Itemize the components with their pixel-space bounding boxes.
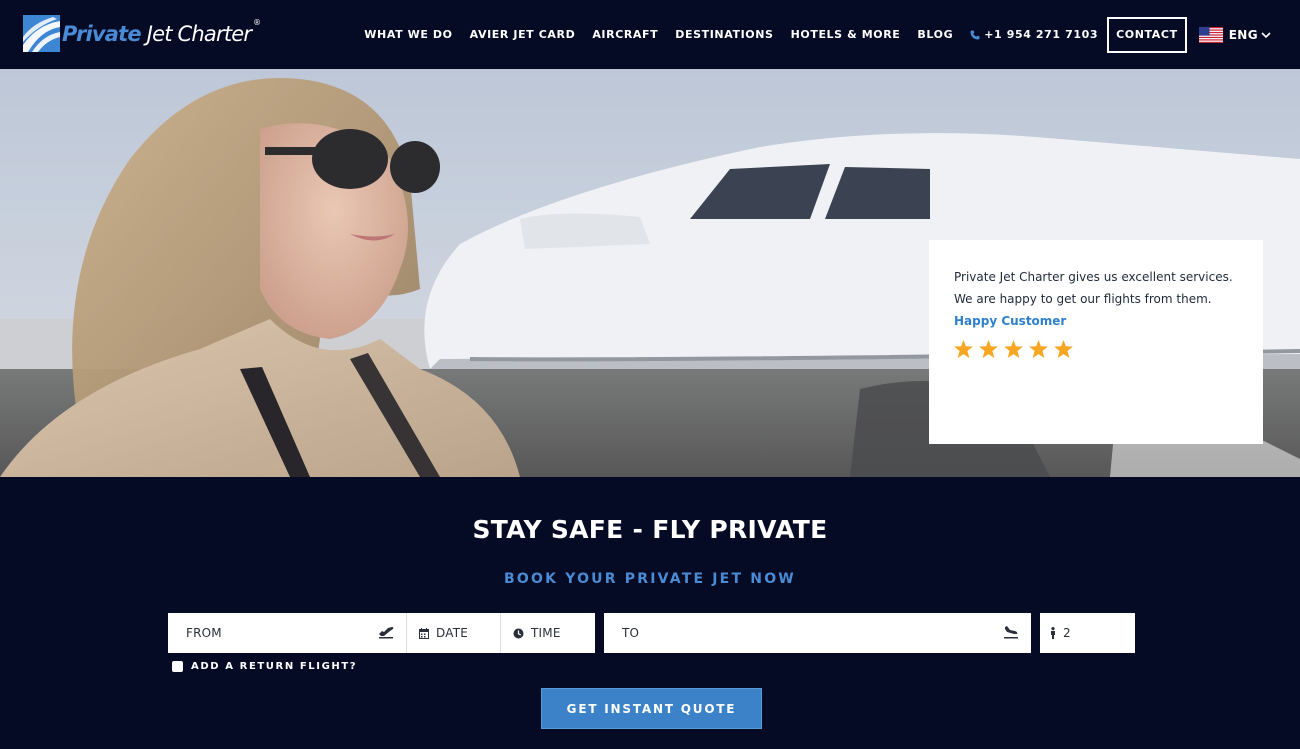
get-instant-quote-button[interactable]: GET INSTANT QUOTE — [541, 688, 762, 729]
nav-item-what-we-do[interactable]: WHAT WE DO — [364, 28, 452, 41]
calendar-icon — [419, 627, 429, 639]
return-flight-label: ADD A RETURN FLIGHT? — [191, 661, 358, 672]
logo-registered-mark: ® — [253, 18, 261, 27]
logo-text-private: Private — [62, 22, 142, 46]
nav-item-hotels-more[interactable]: HOTELS & MORE — [791, 28, 901, 41]
nav-item-blog[interactable]: BLOG — [917, 28, 953, 41]
booking-subtitle: BOOK YOUR PRIVATE JET NOW — [504, 571, 796, 587]
testimonial-author: Happy Customer — [954, 314, 1067, 328]
time-placeholder: TIME — [531, 626, 561, 640]
nav-item-avier-jet-card[interactable]: AVIER JET CARD — [470, 28, 576, 41]
site-logo[interactable]: Private Jet Charter ® — [23, 14, 261, 52]
star-icon — [1029, 340, 1048, 362]
to-placeholder: TO — [622, 626, 640, 640]
date-field[interactable]: DATE — [407, 613, 501, 653]
date-placeholder: DATE — [436, 626, 469, 640]
hero-banner: Private Jet Charter gives us excellent s… — [0, 69, 1300, 477]
rating-stars — [954, 340, 1238, 362]
logo-text-jet-charter: Jet Charter — [140, 22, 252, 46]
person-icon — [1050, 627, 1056, 639]
nav-item-destinations[interactable]: DESTINATIONS — [675, 28, 773, 41]
star-icon — [1004, 340, 1023, 362]
passengers-field[interactable]: 2 — [1040, 613, 1135, 653]
return-flight-checkbox[interactable] — [172, 661, 183, 672]
star-icon — [954, 340, 973, 362]
us-flag-icon — [1198, 26, 1223, 43]
site-header: Private Jet Charter ® WHAT WE DO AVIER J… — [0, 0, 1300, 69]
star-icon — [979, 340, 998, 362]
phone-icon — [970, 30, 984, 40]
landing-icon — [1003, 625, 1019, 642]
booking-title: STAY SAFE - FLY PRIVATE — [472, 515, 828, 544]
main-nav: WHAT WE DO AVIER JET CARD AIRCRAFT DESTI… — [347, 0, 1300, 69]
to-field[interactable]: TO — [604, 613, 1031, 653]
takeoff-icon — [378, 625, 394, 642]
from-placeholder: FROM — [186, 626, 222, 640]
testimonial-line-2: We are happy to get our flights from the… — [954, 292, 1212, 306]
language-label: ENG — [1228, 27, 1258, 42]
nav-phone-number: +1 954 271 7103 — [984, 28, 1099, 41]
logo-wordmark: Private Jet Charter ® — [62, 18, 261, 46]
booking-section: STAY SAFE - FLY PRIVATE BOOK YOUR PRIVAT… — [0, 477, 1300, 749]
passengers-value: 2 — [1063, 626, 1071, 640]
clock-icon — [513, 628, 524, 639]
star-icon — [1054, 340, 1073, 362]
return-flight-option[interactable]: ADD A RETURN FLIGHT? — [172, 661, 357, 672]
testimonial-card: Private Jet Charter gives us excellent s… — [929, 240, 1263, 444]
language-selector[interactable]: ENG — [1198, 26, 1271, 43]
logo-wing-icon — [23, 14, 60, 52]
time-field[interactable]: TIME — [501, 613, 595, 653]
nav-item-aircraft[interactable]: AIRCRAFT — [592, 28, 658, 41]
from-field[interactable]: FROM — [168, 613, 407, 653]
nav-phone-link[interactable]: +1 954 271 7103 — [970, 28, 1098, 41]
contact-button[interactable]: CONTACT — [1107, 16, 1187, 53]
chevron-down-icon — [1261, 31, 1271, 39]
testimonial-line-1: Private Jet Charter gives us excellent s… — [954, 270, 1233, 284]
